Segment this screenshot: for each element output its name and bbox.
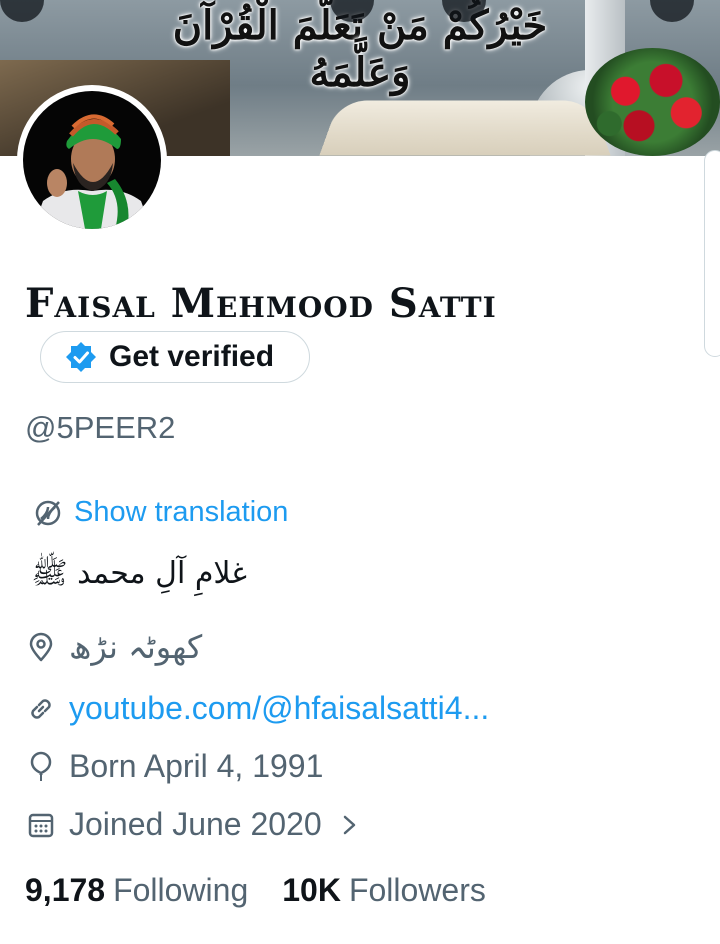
joined-row[interactable]: Joined June 2020	[25, 806, 360, 843]
link-icon	[25, 693, 57, 725]
birth-row: Born April 4, 1991	[25, 748, 323, 785]
website-link[interactable]: youtube.com/@hfaisalsatti4...	[69, 690, 489, 727]
display-name: Faisal Mehmood Satti	[25, 280, 497, 327]
following-label: Following	[113, 872, 248, 909]
translate-icon	[32, 497, 64, 529]
user-handle: @5PEER2	[25, 410, 175, 446]
website-row[interactable]: youtube.com/@hfaisalsatti4...	[25, 690, 489, 727]
banner-roses	[585, 48, 720, 156]
follow-stats: 9,178 Following 10K Followers	[25, 872, 486, 909]
following-link[interactable]: 9,178 Following	[25, 872, 248, 909]
banner-open-book	[319, 100, 610, 155]
profile-bio: غلامِ آلِ محمد ﷺ	[22, 555, 247, 598]
location-text: کھوٹہ نڑھ	[69, 628, 202, 666]
avatar-image	[23, 91, 161, 229]
show-translation-link[interactable]: Show translation	[32, 496, 288, 529]
following-count: 9,178	[25, 872, 105, 909]
get-verified-label: Get verified	[109, 340, 274, 374]
followers-count: 10K	[282, 872, 341, 909]
birth-text: Born April 4, 1991	[69, 748, 323, 785]
location-row: کھوٹہ نڑھ	[25, 628, 202, 666]
back-button[interactable]	[0, 0, 44, 22]
get-verified-button[interactable]: Get verified	[40, 331, 310, 383]
followers-label: Followers	[349, 872, 486, 909]
joined-text: Joined June 2020	[69, 806, 322, 843]
show-translation-label: Show translation	[74, 496, 288, 529]
scroll-edge	[704, 150, 720, 357]
more-button[interactable]	[650, 0, 694, 22]
verified-badge-icon	[65, 341, 97, 373]
calendar-icon	[25, 809, 57, 841]
avatar[interactable]	[17, 85, 167, 235]
location-pin-icon	[25, 631, 57, 663]
balloon-icon	[25, 751, 57, 783]
chevron-right-icon[interactable]	[340, 809, 360, 841]
followers-link[interactable]: 10K Followers	[282, 872, 486, 909]
